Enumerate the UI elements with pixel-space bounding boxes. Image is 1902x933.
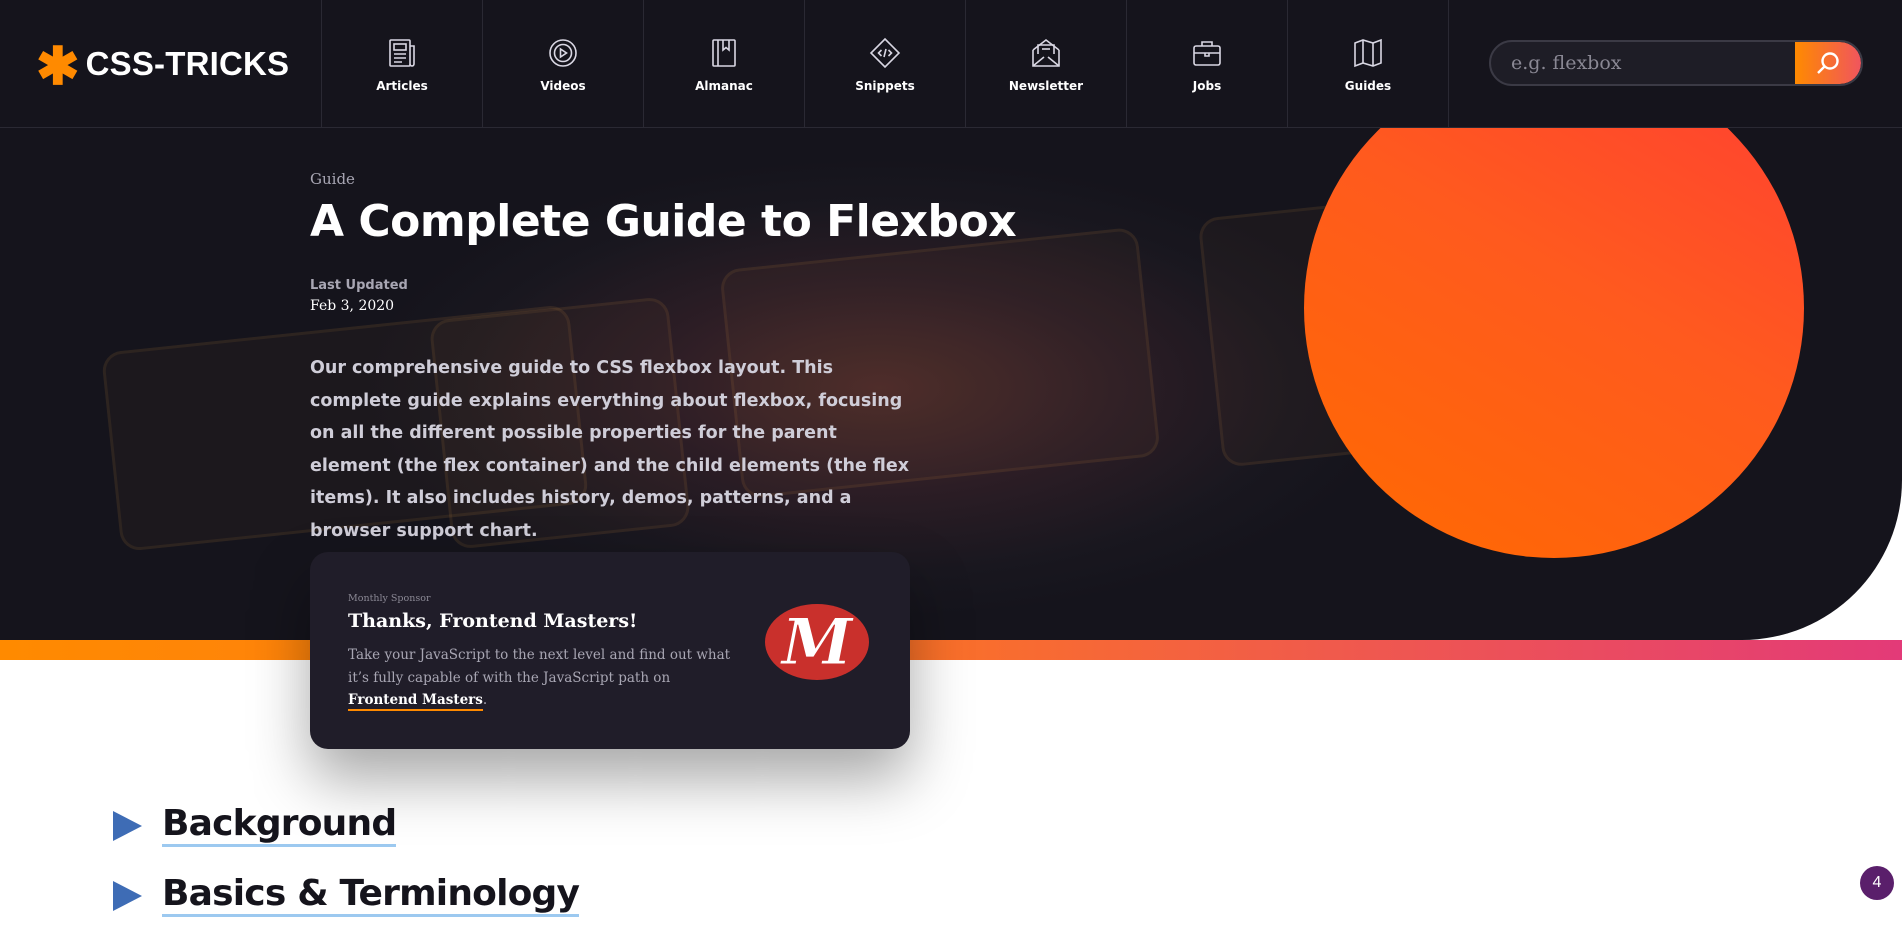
nav-item-newsletter[interactable]: Newsletter	[966, 0, 1127, 128]
last-updated-label: Last Updated	[310, 278, 408, 293]
search-icon	[1817, 52, 1839, 74]
nav-item-videos[interactable]: Videos	[483, 0, 644, 128]
nav-label: Newsletter	[1008, 78, 1084, 93]
sponsor-link[interactable]: Frontend Masters	[348, 692, 483, 711]
search-form	[1489, 40, 1863, 86]
nav-label: Videos	[540, 78, 586, 93]
article-lede: Our comprehensive guide to CSS flexbox l…	[310, 358, 910, 541]
map-icon	[1354, 38, 1382, 67]
asterisk-logo-icon: ✱	[36, 38, 80, 96]
triangle-right-icon	[113, 880, 142, 911]
fm-logo-letter: M	[780, 605, 855, 680]
code-icon	[869, 37, 901, 68]
book-icon	[712, 38, 736, 67]
notification-badge[interactable]: 4	[1860, 866, 1894, 900]
hero-orange-circle	[1304, 128, 1804, 558]
sponsor-period: .	[482, 692, 488, 708]
sponsor-title: Thanks, Frontend Masters!	[348, 610, 638, 632]
page-title: A Complete Guide to Flexbox	[310, 196, 1017, 247]
nav-label: Jobs	[1192, 78, 1222, 93]
article-kicker: Guide	[310, 170, 355, 188]
nav-label: Guides	[1344, 78, 1392, 93]
sponsor-kicker: Monthly Sponsor	[348, 593, 431, 604]
nav-label: Snippets	[855, 78, 915, 93]
main-nav: Articles Videos Almanac Snippets Newslet…	[322, 0, 1449, 128]
nav-label: Articles	[376, 78, 428, 93]
search-input[interactable]	[1491, 42, 1795, 84]
section-title[interactable]: Basics & Terminology	[162, 874, 580, 917]
section-background[interactable]: Background	[113, 804, 397, 847]
nav-item-almanac[interactable]: Almanac	[644, 0, 805, 128]
triangle-right-icon	[113, 810, 142, 841]
site-header: ✱ CSS-TRICKS Articles Videos Almanac Sni…	[0, 0, 1902, 128]
nav-item-jobs[interactable]: Jobs	[1127, 0, 1288, 128]
gradient-stripe	[0, 640, 1902, 660]
nav-item-articles[interactable]: Articles	[322, 0, 483, 128]
nav-item-snippets[interactable]: Snippets	[805, 0, 966, 128]
frontend-masters-logo[interactable]: M	[763, 602, 871, 682]
newspaper-icon	[389, 38, 415, 67]
nav-label: Almanac	[695, 78, 753, 93]
search-button[interactable]	[1795, 42, 1861, 84]
briefcase-icon	[1193, 40, 1221, 66]
site-logo[interactable]: ✱ CSS-TRICKS	[0, 0, 322, 128]
sponsor-card: Monthly Sponsor Thanks, Frontend Masters…	[310, 552, 910, 749]
last-updated-date: Feb 3, 2020	[310, 298, 395, 314]
section-basics-terminology[interactable]: Basics & Terminology	[113, 874, 580, 917]
nav-item-guides[interactable]: Guides	[1288, 0, 1449, 128]
play-circle-icon	[549, 38, 577, 67]
sponsor-description: Take your JavaScript to the next level a…	[348, 647, 731, 686]
sponsor-text: Take your JavaScript to the next level a…	[348, 644, 733, 712]
section-title[interactable]: Background	[162, 804, 397, 847]
envelope-icon	[1032, 38, 1060, 67]
logo-text: CSS-TRICKS	[85, 45, 290, 82]
